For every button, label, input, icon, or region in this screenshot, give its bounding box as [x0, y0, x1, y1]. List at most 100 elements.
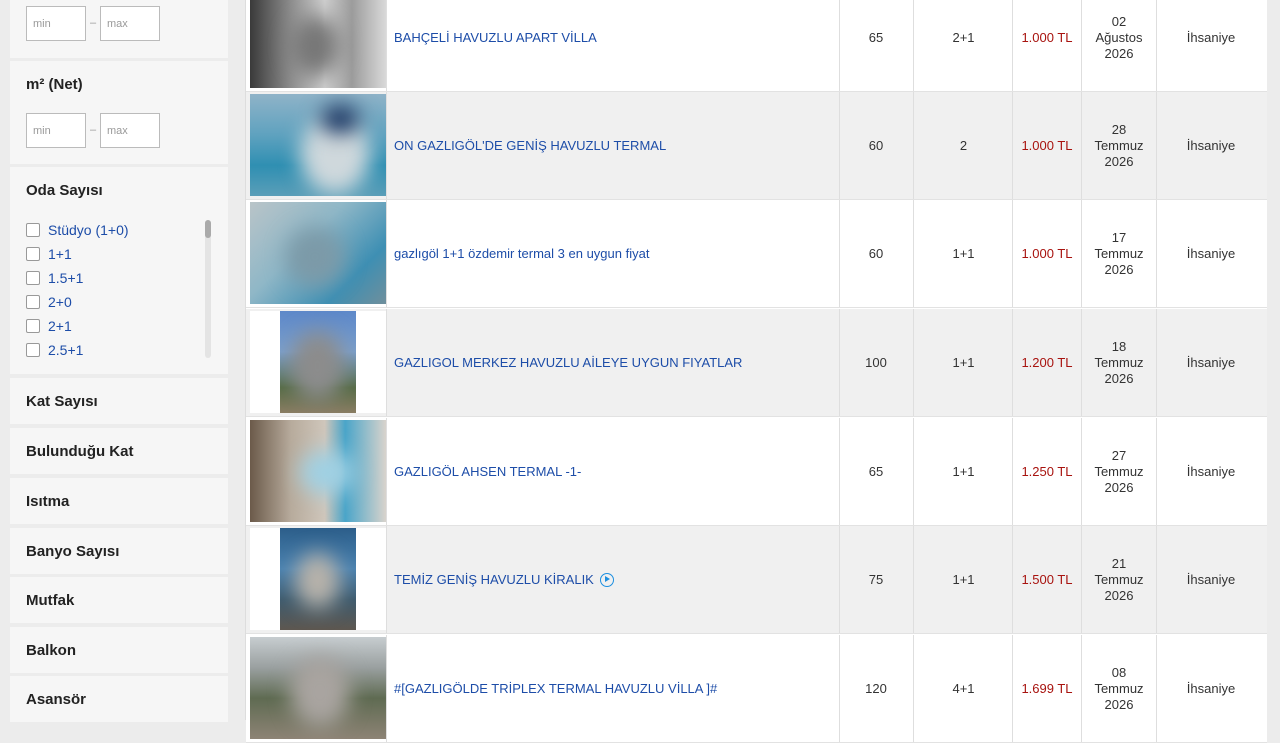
listing-thumbnail[interactable] — [250, 94, 386, 196]
column-divider — [839, 92, 840, 199]
oda-sayisi-options: Stüdyo (1+0) 1+1 1.5+1 2+0 2+1 2.5+1 — [26, 218, 206, 362]
listing-title-link[interactable]: GAZLIGOL MERKEZ HAVUZLU AİLEYE UYGUN FIY… — [394, 309, 742, 416]
listing-title-link[interactable]: BAHÇELİ HAVUZLU APART VİLLA — [394, 0, 597, 91]
listing-thumbnail[interactable] — [250, 202, 386, 304]
listing-thumbnail[interactable] — [250, 637, 386, 739]
column-divider — [839, 635, 840, 742]
oda-option-studyo[interactable]: Stüdyo (1+0) — [26, 218, 206, 242]
date-day: 18 — [1111, 338, 1127, 354]
listing-title-link[interactable]: #[GAZLIGÖLDE TRİPLEX TERMAL HAVUZLU VİLL… — [394, 635, 717, 742]
column-divider — [386, 309, 387, 416]
balkon-filter[interactable]: Balkon — [10, 627, 228, 673]
banyo-sayisi-filter[interactable]: Banyo Sayısı — [10, 528, 228, 574]
checkbox-icon[interactable] — [26, 319, 40, 333]
date-year: 2026 — [1104, 479, 1134, 495]
listing-thumbnail[interactable] — [250, 420, 386, 522]
date-month: Temmuz — [1094, 354, 1144, 370]
kat-sayisi-filter[interactable]: Kat Sayısı — [10, 378, 228, 424]
oda-option-label: Stüdyo (1+0) — [48, 222, 129, 238]
date-stack: 17 Temmuz 2026 — [1094, 230, 1143, 278]
blurred-region — [290, 16, 340, 76]
asansor-filter[interactable]: Asansör — [10, 676, 228, 722]
listing-row[interactable]: gazlıgöl 1+1 özdemir termal 3 en uygun f… — [246, 200, 1267, 308]
column-divider — [386, 526, 387, 633]
mutfak-filter[interactable]: Mutfak — [10, 577, 228, 623]
m2-range-dash: – — [90, 124, 97, 136]
filter-title: Banyo Sayısı — [26, 543, 120, 560]
column-divider — [913, 0, 914, 91]
checkbox-icon[interactable] — [26, 271, 40, 285]
oda-list-scrollbar[interactable] — [205, 220, 211, 358]
listing-price: 1.500 TL — [1021, 572, 1073, 587]
range-min-input[interactable] — [26, 6, 86, 41]
date-day: 08 — [1111, 664, 1127, 680]
date-year: 2026 — [1104, 696, 1134, 712]
listing-row[interactable]: #[GAZLIGÖLDE TRİPLEX TERMAL HAVUZLU VİLL… — [246, 635, 1267, 743]
column-divider — [1156, 635, 1157, 742]
date-stack: 08 Temmuz 2026 — [1094, 665, 1143, 713]
listing-row[interactable]: GAZLIGÖL AHSEN TERMAL -1- 65 1+1 1.250 TL 27… — [246, 418, 1267, 526]
column-divider — [839, 200, 840, 307]
listing-title-text: GAZLIGOL MERKEZ HAVUZLU AİLEYE UYGUN FIY… — [394, 355, 743, 370]
listing-location: İhsaniye — [1186, 464, 1236, 479]
listing-location: İhsaniye — [1186, 355, 1236, 370]
isitma-filter[interactable]: Isıtma — [10, 478, 228, 524]
listing-price: 1.000 TL — [1021, 138, 1073, 153]
date-year: 2026 — [1104, 153, 1134, 169]
listing-thumbnail[interactable] — [250, 311, 386, 413]
column-divider — [839, 309, 840, 416]
listing-date: 17 Temmuz 2026 — [1083, 200, 1155, 307]
oda-option-2-5-1[interactable]: 2.5+1 — [26, 338, 206, 362]
column-divider — [1081, 200, 1082, 307]
blurred-region — [300, 450, 355, 495]
listing-title-text: #[GAZLIGÖLDE TRİPLEX TERMAL HAVUZLU VİLL… — [394, 681, 718, 696]
oda-option-2-0[interactable]: 2+0 — [26, 290, 206, 314]
listing-title-link[interactable]: gazlıgöl 1+1 özdemir termal 3 en uygun f… — [394, 200, 649, 307]
listing-m2: 75 — [868, 572, 884, 587]
column-divider — [1156, 418, 1157, 525]
column-divider — [1081, 635, 1082, 742]
checkbox-icon[interactable] — [26, 343, 40, 357]
listing-row[interactable]: BAHÇELİ HAVUZLU APART VİLLA 65 2+1 1.000 TL… — [246, 0, 1267, 92]
column-divider — [839, 526, 840, 633]
bulundugu-kat-filter[interactable]: Bulunduğu Kat — [10, 428, 228, 474]
listing-title-link[interactable]: TEMİZ GENİŞ HAVUZLU KİRALIK — [394, 526, 614, 633]
oda-option-1-5-1[interactable]: 1.5+1 — [26, 266, 206, 290]
checkbox-icon[interactable] — [26, 295, 40, 309]
range-max-input[interactable] — [100, 6, 160, 41]
listing-date: 21 Temmuz 2026 — [1083, 526, 1155, 633]
listing-title-text: GAZLIGÖL AHSEN TERMAL -1- — [394, 464, 582, 479]
m2-min-input[interactable] — [26, 113, 86, 148]
listing-date: 27 Temmuz 2026 — [1083, 418, 1155, 525]
listing-rooms: 1+1 — [952, 464, 975, 479]
listing-location: İhsaniye — [1186, 30, 1236, 45]
m2-max-input[interactable] — [100, 113, 160, 148]
date-year: 2026 — [1104, 587, 1134, 603]
column-divider — [386, 635, 387, 742]
oda-sayisi-title[interactable]: Oda Sayısı — [26, 182, 103, 199]
listing-title-link[interactable]: ON GAZLIGÖL'DE GENİŞ HAVUZLU TERMAL — [394, 92, 666, 199]
listing-title-link[interactable]: GAZLIGÖL AHSEN TERMAL -1- — [394, 418, 581, 525]
oda-option-1-1[interactable]: 1+1 — [26, 242, 206, 266]
column-divider — [913, 200, 914, 307]
listing-row[interactable]: GAZLIGOL MERKEZ HAVUZLU AİLEYE UYGUN FIY… — [246, 309, 1267, 417]
date-day: 02 — [1111, 13, 1127, 29]
oda-option-2-1[interactable]: 2+1 — [26, 314, 206, 338]
m2-net-title[interactable]: m² (Net) — [26, 76, 83, 93]
scrollbar-thumb[interactable] — [205, 220, 211, 238]
listing-thumbnail[interactable] — [250, 0, 386, 88]
oda-option-label: 1.5+1 — [48, 270, 84, 286]
column-divider — [1012, 0, 1013, 91]
date-day: 17 — [1111, 229, 1127, 245]
column-divider — [1012, 200, 1013, 307]
checkbox-icon[interactable] — [26, 223, 40, 237]
date-day: 27 — [1111, 447, 1127, 463]
checkbox-icon[interactable] — [26, 247, 40, 261]
column-divider — [839, 0, 840, 91]
play-circle-icon[interactable] — [599, 572, 614, 587]
listing-thumbnail[interactable] — [250, 528, 386, 630]
listing-photo — [280, 311, 356, 413]
listing-row[interactable]: TEMİZ GENİŞ HAVUZLU KİRALIK 75 1+1 1.500 TL… — [246, 526, 1267, 634]
listing-row[interactable]: ON GAZLIGÖL'DE GENİŞ HAVUZLU TERMAL 60 2 1.… — [246, 92, 1267, 200]
date-month: Temmuz — [1094, 571, 1144, 587]
